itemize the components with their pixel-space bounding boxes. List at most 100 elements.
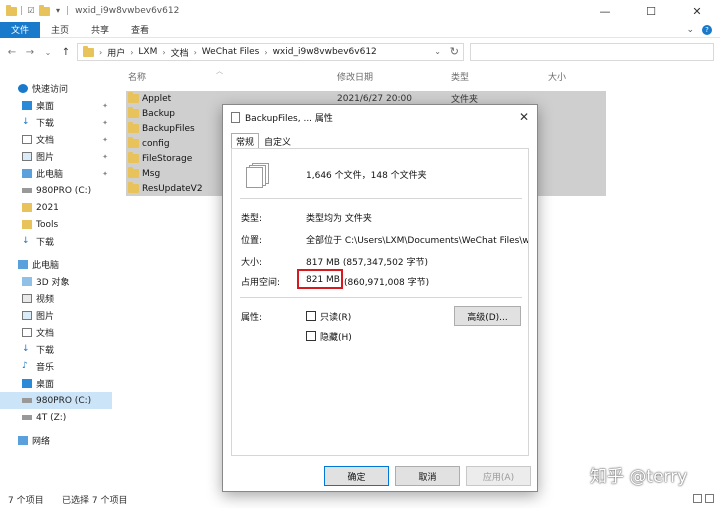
sidebar-item-documents-2[interactable]: 文档	[22, 324, 112, 341]
ok-button[interactable]: 确定	[324, 466, 389, 486]
selected-count: 已选择 7 个项目	[62, 495, 128, 506]
recent-locations-icon[interactable]: ⌄	[40, 44, 56, 60]
pin-icon[interactable]: ✦	[102, 153, 108, 161]
tab-general[interactable]: 常规	[231, 133, 260, 149]
sidebar-item-3d-objects[interactable]: 3D 对象	[22, 273, 112, 290]
picture-icon	[22, 311, 32, 320]
sidebar-item-label: 快速访问	[32, 85, 69, 95]
tab-file[interactable]: 文件	[0, 21, 41, 38]
chevron-right-icon[interactable]: ›	[162, 48, 165, 57]
ribbon-tabs: 文件 主页 共享 查看 ⌄ ?	[0, 21, 720, 38]
drive-icon	[22, 398, 32, 403]
sidebar-item-pictures[interactable]: 图片 ✦	[22, 148, 112, 165]
back-icon[interactable]: ←	[4, 44, 20, 60]
download-icon: ↓	[22, 236, 30, 246]
selection-summary: 1,646 个文件，148 个文件夹	[306, 171, 427, 181]
sidebar-item-downloads[interactable]: ↓ 下载 ✦	[22, 114, 112, 131]
window-controls: — ☐ ✕	[582, 0, 720, 22]
column-header-type[interactable]: 类型	[451, 70, 469, 84]
computer-icon	[18, 260, 28, 269]
sidebar-item-label: 文档	[36, 329, 55, 339]
readonly-checkbox[interactable]	[306, 311, 316, 321]
apply-button[interactable]: 应用(A)	[466, 466, 531, 486]
sidebar-item-this-pc[interactable]: 此电脑 ✦	[22, 165, 112, 182]
search-input[interactable]	[470, 43, 714, 61]
sidebar-item-label: 桌面	[36, 380, 55, 390]
refresh-icon[interactable]: ↻	[450, 45, 459, 58]
folder-icon	[128, 152, 139, 163]
sidebar-item-downloads-3[interactable]: ↓ 下载	[22, 341, 112, 358]
general-panel: 1,646 个文件，148 个文件夹 类型: 类型均为 文件夹 位置: 全部位于…	[231, 148, 529, 456]
sidebar-item-2021[interactable]: 2021	[22, 199, 112, 216]
sidebar-item-network[interactable]: 网络	[18, 432, 112, 449]
chevron-right-icon[interactable]: ›	[264, 48, 267, 57]
sidebar-item-label: 此电脑	[36, 170, 64, 180]
sidebar-item-pictures-2[interactable]: 图片	[22, 307, 112, 324]
folder-icon	[128, 167, 139, 178]
file-name: FileStorage	[142, 153, 193, 164]
column-header-modified[interactable]: 修改日期	[337, 70, 373, 84]
folder-icon	[128, 122, 139, 133]
sidebar-item-drive-c[interactable]: 980PRO (C:)	[22, 182, 112, 199]
hidden-label[interactable]: 隐藏(H)	[320, 330, 352, 343]
details-view-icon[interactable]	[693, 494, 702, 503]
minimize-button[interactable]: —	[582, 0, 628, 22]
tab-view[interactable]: 查看	[120, 22, 160, 38]
sidebar-item-videos[interactable]: 视频	[22, 290, 112, 307]
chevron-right-icon[interactable]: ›	[130, 48, 133, 57]
forward-icon[interactable]: →	[22, 44, 38, 60]
tab-share[interactable]: 共享	[80, 22, 120, 38]
pin-icon[interactable]: ✦	[102, 102, 108, 110]
chevron-right-icon[interactable]: ›	[194, 48, 197, 57]
sidebar-item-music[interactable]: ♪ 音乐	[22, 358, 112, 375]
up-icon[interactable]: ↑	[58, 44, 74, 60]
close-button[interactable]: ✕	[674, 0, 720, 22]
column-header-size[interactable]: 大小	[548, 70, 566, 84]
hidden-checkbox[interactable]	[306, 331, 316, 341]
address-bar[interactable]: › 用户 › LXM › 文档 › WeChat Files › wxid_i9…	[77, 43, 464, 61]
sidebar-item-desktop[interactable]: 桌面 ✦	[22, 97, 112, 114]
divider	[240, 297, 522, 298]
folder-icon	[6, 4, 17, 16]
sidebar-item-this-pc-root[interactable]: 此电脑	[18, 256, 112, 273]
sidebar-item-downloads-2[interactable]: ↓ 下载	[22, 233, 112, 250]
chevron-down-icon[interactable]: ⌄	[434, 47, 441, 56]
pin-icon[interactable]: ✦	[102, 119, 108, 127]
help-icon[interactable]: ?	[702, 25, 712, 35]
breadcrumb-item[interactable]: 文档	[171, 46, 189, 59]
pin-icon[interactable]: ✦	[102, 136, 108, 144]
properties-icon[interactable]: ☑	[26, 6, 36, 16]
sidebar-item-label: 桌面	[36, 102, 55, 112]
sidebar-item-drive-c-selected[interactable]: 980PRO (C:)	[0, 392, 112, 409]
sidebar-item-desktop-2[interactable]: 桌面	[22, 375, 112, 392]
close-icon[interactable]: ✕	[519, 110, 529, 124]
folder-icon	[83, 45, 94, 57]
sidebar-item-drive-z[interactable]: 4T (Z:)	[22, 409, 112, 426]
chevron-down-icon[interactable]: ▾	[53, 6, 63, 16]
tab-home[interactable]: 主页	[40, 22, 80, 38]
large-icons-view-icon[interactable]	[705, 494, 714, 503]
sidebar-item-quick-access[interactable]: 快速访问	[18, 80, 130, 97]
new-folder-icon[interactable]	[39, 4, 51, 16]
breadcrumb-item[interactable]: wxid_i9w8vwbev6v612	[273, 47, 377, 57]
dialog-title: BackupFiles, ... 属性	[245, 113, 333, 124]
sidebar-item-documents[interactable]: 文档 ✦	[22, 131, 112, 148]
tab-customize[interactable]: 自定义	[259, 133, 296, 149]
ribbon-right: ⌄ ?	[686, 22, 712, 38]
breadcrumb-item[interactable]: WeChat Files	[202, 47, 260, 57]
maximize-button[interactable]: ☐	[628, 0, 674, 22]
breadcrumb-item[interactable]: LXM	[138, 47, 157, 57]
sidebar-item-tools[interactable]: Tools	[22, 216, 112, 233]
folder-icon	[22, 203, 32, 212]
pin-icon[interactable]: ✦	[102, 170, 108, 178]
readonly-label[interactable]: 只读(R)	[320, 310, 351, 323]
highlight-box	[297, 269, 343, 289]
column-header-name[interactable]: 名称	[128, 70, 146, 84]
breadcrumb-item[interactable]: 用户	[107, 46, 125, 59]
cancel-button[interactable]: 取消	[395, 466, 460, 486]
sidebar-item-label: 文档	[36, 136, 55, 146]
view-toggle	[693, 494, 714, 503]
folder-icon	[128, 182, 139, 193]
advanced-button[interactable]: 高级(D)...	[454, 306, 521, 326]
expand-ribbon-icon[interactable]: ⌄	[686, 25, 694, 35]
